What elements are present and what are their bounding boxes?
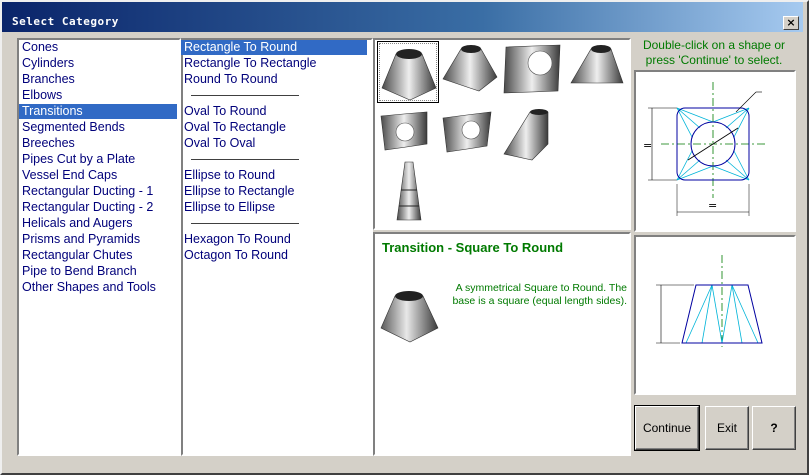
subtype-item[interactable]: Ellipse to Ellipse xyxy=(181,200,367,215)
category-list: Cones Cylinders Branches Elbows Transitions S… xyxy=(19,40,179,454)
category-item[interactable]: Transitions xyxy=(19,104,177,119)
subtype-item[interactable]: Oval To Round xyxy=(181,104,367,119)
category-item[interactable]: Vessel End Caps xyxy=(19,168,177,183)
subtype-item[interactable]: Ellipse to Rectangle xyxy=(181,184,367,199)
dimension-label-width: = xyxy=(708,199,717,212)
round-to-round-icon[interactable] xyxy=(565,41,627,103)
category-item[interactable]: Cylinders xyxy=(19,56,177,71)
category-item[interactable]: Segmented Bends xyxy=(19,120,177,135)
instruction-hint: Double-click on a shape or press 'Contin… xyxy=(642,38,786,67)
category-item[interactable]: Branches xyxy=(19,72,177,87)
exit-button-label: Exit xyxy=(716,421,737,435)
description-shape-icon xyxy=(378,286,440,344)
plan-view-diagram: = = xyxy=(636,72,794,230)
subtype-item[interactable]: Oval To Rectangle xyxy=(181,120,367,135)
window-title: Select Category xyxy=(12,15,119,28)
subtype-item[interactable]: Oval To Oval xyxy=(181,136,367,151)
dimension-label-height: = xyxy=(643,139,652,152)
square-hole-plate-icon[interactable] xyxy=(502,41,564,103)
oval-plate-icon[interactable] xyxy=(439,108,501,170)
offset-transition-icon[interactable] xyxy=(502,108,564,170)
exit-button[interactable]: Exit xyxy=(705,406,749,450)
group-separator xyxy=(191,223,299,224)
category-item[interactable]: Cones xyxy=(19,40,177,55)
description-title: Transition - Square To Round xyxy=(382,240,564,255)
title-bar xyxy=(2,2,803,32)
category-item[interactable]: Elbows xyxy=(19,88,177,103)
continue-button[interactable]: Continue xyxy=(634,405,700,451)
description-text: A symmetrical Square to Round. The base … xyxy=(452,282,627,307)
subtype-item[interactable]: Round To Round xyxy=(181,72,367,87)
segmented-tower-icon[interactable] xyxy=(377,160,439,224)
category-item[interactable]: Breeches xyxy=(19,136,177,151)
help-question-icon: ? xyxy=(770,421,778,435)
category-item[interactable]: Rectangular Ducting - 2 xyxy=(19,200,177,215)
subtype-item[interactable]: Rectangle To Round xyxy=(181,40,367,55)
continue-button-label: Continue xyxy=(642,421,692,435)
close-button[interactable]: × xyxy=(783,16,799,30)
subtype-item[interactable]: Rectangle To Rectangle xyxy=(181,56,367,71)
subtype-item[interactable]: Hexagon To Round xyxy=(181,232,367,247)
subtype-list: Rectangle To Round Rectangle To Rectangle… xyxy=(181,40,371,454)
square-to-round-icon[interactable] xyxy=(377,41,439,103)
category-item[interactable]: Rectangular Chutes xyxy=(19,248,177,263)
category-item[interactable]: Helicals and Augers xyxy=(19,216,177,231)
category-item[interactable]: Pipe to Bend Branch xyxy=(19,264,177,279)
group-separator xyxy=(191,159,299,160)
rect-to-round-icon[interactable] xyxy=(439,41,501,103)
group-separator xyxy=(191,95,299,96)
category-item[interactable]: Prisms and Pyramids xyxy=(19,232,177,247)
subtype-item[interactable]: Octagon To Round xyxy=(181,248,367,263)
elevation-view-diagram xyxy=(636,237,794,393)
help-button[interactable]: ? xyxy=(752,406,796,450)
subtype-item[interactable]: Ellipse to Round xyxy=(181,168,367,183)
category-item[interactable]: Other Shapes and Tools xyxy=(19,280,177,295)
category-item[interactable]: Pipes Cut by a Plate xyxy=(19,152,177,167)
category-item[interactable]: Rectangular Ducting - 1 xyxy=(19,184,177,199)
